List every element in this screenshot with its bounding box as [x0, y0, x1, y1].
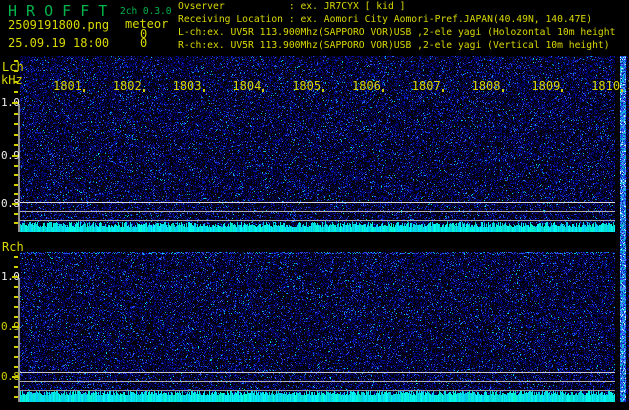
- freq-minor-tick: [14, 184, 18, 186]
- minute-tick: [322, 89, 324, 92]
- freq-minor-tick: [14, 386, 18, 388]
- minute-tick: [382, 89, 384, 92]
- freq-major-tick: [12, 102, 18, 104]
- minute-tick: [442, 89, 444, 92]
- time-label: 1808: [472, 79, 501, 93]
- freq-minor-tick: [14, 356, 18, 358]
- minute-tick: [621, 89, 623, 92]
- minute-tick: [203, 89, 205, 92]
- freq-major-tick: [12, 276, 18, 278]
- time-label: 1802: [113, 79, 142, 93]
- time-label: 1805: [292, 79, 321, 93]
- rch-panel-label: Rch: [2, 241, 24, 254]
- freq-minor-tick: [14, 286, 18, 288]
- freq-major-tick: [12, 376, 18, 378]
- freq-minor-tick: [14, 123, 18, 125]
- lch-receiver-line: L-ch:ex. UV5R 113.900Mhz(SAPPORO VOR)USB…: [178, 28, 615, 39]
- freq-minor-tick: [14, 70, 18, 72]
- khz-unit-label: kHz: [1, 74, 23, 87]
- freq-minor-tick: [14, 256, 18, 258]
- time-label: 1810: [591, 79, 620, 93]
- meteor-count-bottom: 0: [140, 37, 147, 50]
- timestamp: 25.09.19 18:00: [8, 37, 109, 50]
- freq-minor-tick: [14, 396, 18, 398]
- freq-minor-tick: [14, 165, 18, 167]
- freq-minor-tick: [14, 222, 18, 224]
- freq-minor-tick: [14, 134, 18, 136]
- time-label: 1804: [232, 79, 261, 93]
- freq-minor-tick: [14, 113, 18, 115]
- lch-axis-line: [18, 104, 20, 232]
- freq-minor-tick: [14, 174, 18, 176]
- rch-receiver-line: R-ch:ex. UV5R 113.900Mhz(SAPPORO VOR)USB…: [178, 41, 610, 52]
- rch-spectrogram: [20, 252, 629, 402]
- freq-minor-tick: [14, 60, 18, 62]
- freq-minor-tick: [14, 81, 18, 83]
- live-cursor-column: [615, 56, 629, 402]
- freq-major-tick: [12, 203, 18, 205]
- freq-major-tick: [12, 155, 18, 157]
- freq-major-tick: [12, 326, 18, 328]
- freq-minor-tick: [14, 193, 18, 195]
- minute-tick: [502, 89, 504, 92]
- output-filename: 2509191800.png: [8, 19, 109, 32]
- freq-minor-tick: [14, 91, 18, 93]
- time-label: 1807: [412, 79, 441, 93]
- freq-minor-tick: [14, 296, 18, 298]
- freq-minor-tick: [14, 316, 18, 318]
- freq-minor-tick: [14, 213, 18, 215]
- minute-tick: [561, 89, 563, 92]
- time-label: 1806: [352, 79, 381, 93]
- time-label: 1809: [531, 79, 560, 93]
- freq-minor-tick: [14, 266, 18, 268]
- freq-minor-tick: [14, 366, 18, 368]
- minute-tick: [83, 89, 85, 92]
- rch-axis-line: [18, 278, 20, 402]
- observer-line: Ovserver : ex. JR7CYX [ kid ]: [178, 2, 405, 13]
- minute-tick: [262, 89, 264, 92]
- freq-minor-tick: [14, 306, 18, 308]
- location-line: Receiving Location : ex. Aomori City Aom…: [178, 15, 592, 26]
- freq-minor-tick: [14, 346, 18, 348]
- app-version: 2ch 0.3.0: [120, 7, 171, 17]
- time-label: 1801: [53, 79, 82, 93]
- minute-tick: [143, 89, 145, 92]
- freq-minor-tick: [14, 336, 18, 338]
- freq-minor-tick: [14, 144, 18, 146]
- time-label: 1803: [173, 79, 202, 93]
- hrofft-screen: H R O F F T 2ch 0.3.0 2509191800.png met…: [0, 0, 629, 410]
